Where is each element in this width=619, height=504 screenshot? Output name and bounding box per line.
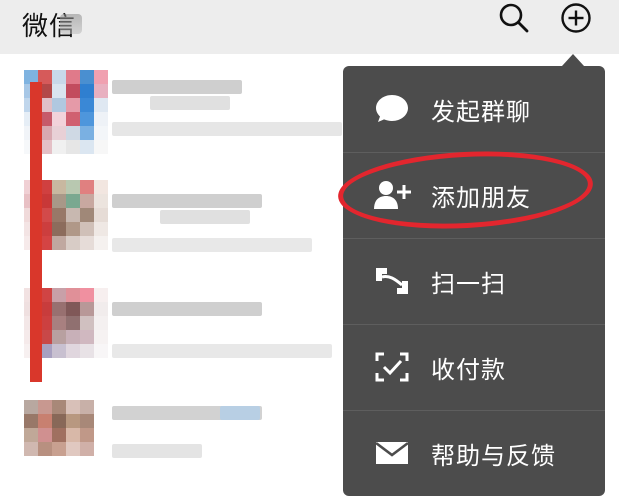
blurred-name bbox=[220, 406, 260, 420]
popup-arrow bbox=[562, 54, 584, 66]
payment-icon bbox=[375, 352, 409, 382]
chat-bubble-icon bbox=[376, 95, 408, 122]
plus-circle-icon[interactable] bbox=[560, 2, 592, 34]
blurred-name bbox=[160, 210, 250, 224]
menu-item-payment[interactable]: 收付款 bbox=[343, 324, 605, 410]
blurred-message bbox=[112, 238, 312, 252]
blurred-message bbox=[112, 444, 202, 458]
menu-item-help-feedback[interactable]: 帮助与反馈 bbox=[343, 410, 605, 496]
blurred-name bbox=[112, 302, 262, 316]
scan-icon bbox=[376, 268, 408, 294]
top-bar: 微信 bbox=[0, 0, 619, 54]
blurred-name bbox=[112, 80, 242, 94]
envelope-icon bbox=[375, 441, 409, 464]
menu-label: 收付款 bbox=[431, 356, 506, 384]
blurred-message bbox=[112, 344, 332, 358]
red-scribble bbox=[30, 82, 42, 382]
menu-label: 帮助与反馈 bbox=[431, 442, 556, 470]
menu-item-group-chat[interactable]: 发起群聊 bbox=[343, 66, 605, 152]
menu-label: 发起群聊 bbox=[431, 98, 531, 126]
plus-dropdown-menu: 发起群聊 添加朋友 扫一扫 收付款 帮助与反馈 bbox=[343, 66, 605, 496]
blurred-name bbox=[112, 194, 262, 208]
search-icon[interactable] bbox=[498, 2, 530, 34]
blurred-name bbox=[150, 96, 230, 110]
menu-item-scan[interactable]: 扫一扫 bbox=[343, 238, 605, 324]
avatar bbox=[24, 400, 110, 486]
blur-smudge bbox=[60, 14, 82, 34]
blurred-message bbox=[112, 122, 342, 136]
menu-label: 扫一扫 bbox=[431, 270, 506, 298]
